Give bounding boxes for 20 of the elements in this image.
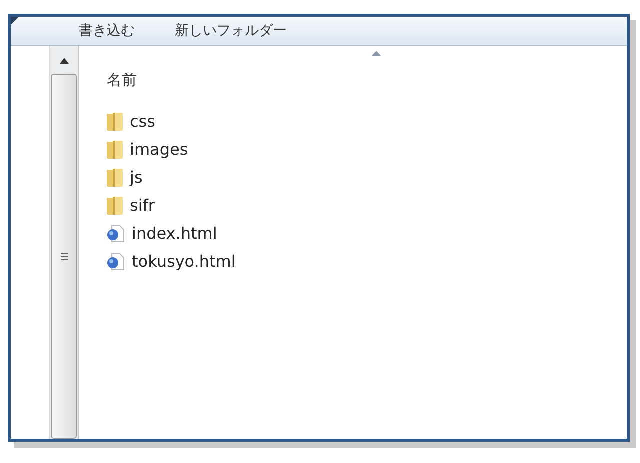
scroll-up-icon[interactable] <box>60 58 68 64</box>
scroll-thumb[interactable] <box>51 74 77 439</box>
file-name[interactable]: tokusyo.html <box>132 252 236 271</box>
triangle-icon <box>11 17 19 25</box>
folder-icon <box>107 140 123 158</box>
web-file-icon <box>107 252 125 270</box>
file-name[interactable]: sifr <box>130 196 155 215</box>
file-name[interactable]: js <box>130 168 143 187</box>
toolbar-button[interactable]: 新しいフォルダー <box>175 22 287 40</box>
folder-icon <box>107 168 123 186</box>
folder-icon <box>107 196 123 214</box>
file-name[interactable]: index.html <box>132 224 218 243</box>
toolbar-button[interactable]: 書き込む <box>79 22 135 40</box>
scrollbar[interactable] <box>49 46 79 439</box>
file-name[interactable]: images <box>130 140 188 159</box>
folder-icon <box>107 112 123 130</box>
grip-icon <box>60 252 68 260</box>
file-name[interactable]: css <box>130 112 156 131</box>
web-file-icon <box>107 224 125 242</box>
column-header[interactable]: 名前 <box>107 71 137 90</box>
